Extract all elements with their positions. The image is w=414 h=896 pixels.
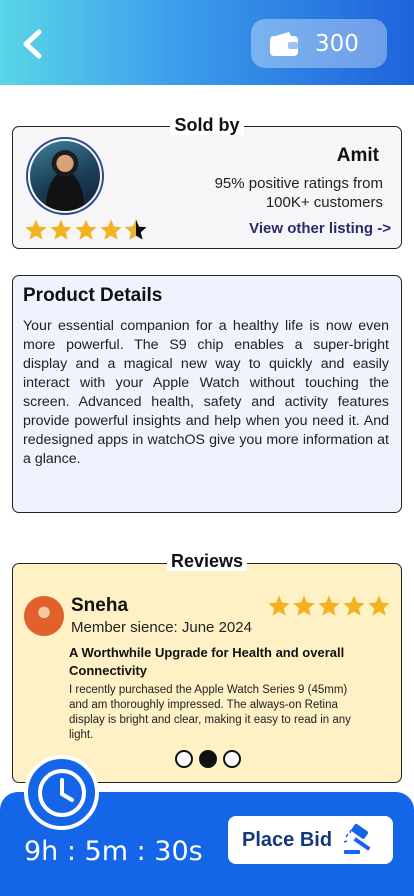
- reviews-title: Reviews: [0, 551, 414, 572]
- review-body: I recently purchased the Apple Watch Ser…: [69, 684, 351, 741]
- pagination-dot[interactable]: [223, 750, 241, 768]
- reviewer-name: Sneha: [71, 595, 129, 616]
- seller-card: Amit 95% positive ratings from 100K+ cus…: [12, 126, 402, 249]
- seller-name: Amit: [336, 145, 379, 166]
- reviewer-member-since: Member sience: June 2024: [71, 619, 252, 636]
- reviewer-avatar: [24, 596, 64, 636]
- star-full-icon: [50, 219, 72, 240]
- review-title: A Worthwhile Upgrade for Health and over…: [69, 645, 345, 678]
- back-arrow-icon[interactable]: [14, 24, 54, 64]
- seller-avatar: [26, 137, 104, 215]
- wallet-balance[interactable]: 300: [251, 19, 387, 68]
- review-star-rating: [267, 594, 391, 618]
- auction-countdown: 9h : 5m : 30s: [24, 836, 203, 867]
- star-full-icon: [293, 595, 315, 616]
- wallet-amount: 300: [315, 30, 359, 57]
- clock-icon: [37, 768, 86, 817]
- wallet-icon: [270, 31, 298, 56]
- header-bar: 300: [0, 0, 414, 85]
- pagination-dot[interactable]: [199, 750, 217, 768]
- pagination-dot[interactable]: [175, 750, 193, 768]
- star-full-icon: [75, 219, 97, 240]
- view-other-listing-link[interactable]: View other listing ->: [249, 220, 391, 237]
- star-half-icon: [125, 219, 147, 240]
- reviews-card[interactable]: Sneha Member sience: June 2024 A Worthwh…: [12, 563, 402, 783]
- star-full-icon: [318, 595, 340, 616]
- star-full-icon: [368, 595, 390, 616]
- star-full-icon: [343, 595, 365, 616]
- sold-by-title: Sold by: [0, 115, 414, 136]
- star-full-icon: [100, 219, 122, 240]
- clock-badge: [24, 755, 99, 830]
- star-full-icon: [25, 219, 47, 240]
- place-bid-label: Place Bid: [242, 828, 333, 851]
- product-bid-screen: 300 Amit 95% positive ratings from 100K+…: [0, 0, 414, 896]
- review-pagination-dots: [175, 750, 241, 768]
- product-details-title: Product Details: [23, 285, 163, 306]
- place-bid-button[interactable]: Place Bid: [228, 816, 393, 864]
- star-full-icon: [268, 595, 290, 616]
- product-details-card: Product Details Your essential companion…: [12, 275, 402, 513]
- seller-star-rating: [24, 218, 148, 242]
- seller-rating-text: 95% positive ratings from 100K+ customer…: [214, 175, 383, 211]
- product-description: Your essential companion for a healthy l…: [23, 318, 389, 467]
- gavel-icon: [343, 823, 371, 854]
